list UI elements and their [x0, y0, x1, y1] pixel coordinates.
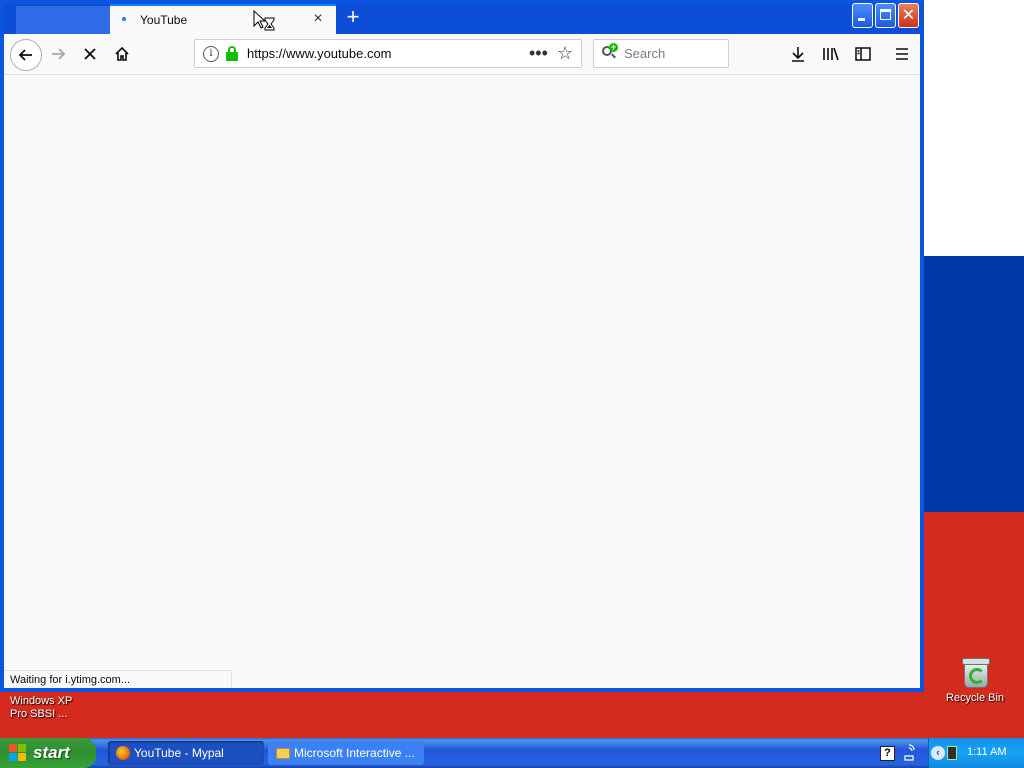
minimize-button[interactable]	[852, 3, 873, 28]
download-icon	[792, 47, 804, 62]
folder-icon	[276, 748, 290, 759]
url-text[interactable]: https://www.youtube.com	[247, 46, 392, 61]
address-bar[interactable]: i https://www.youtube.com ••• ☆	[194, 39, 582, 68]
taskbar-item-youtube[interactable]: YouTube - Mypal	[108, 741, 264, 765]
navigation-toolbar: i https://www.youtube.com ••• ☆ + Search	[4, 34, 920, 75]
back-button[interactable]	[10, 39, 42, 71]
os-version-line-2: Pro SBSI ...	[10, 708, 68, 720]
busy-cursor-icon	[253, 10, 275, 31]
new-tab-button[interactable]: +	[340, 5, 366, 31]
show-hidden-icons-button[interactable]: ‹	[931, 746, 945, 760]
library-button[interactable]	[817, 40, 845, 68]
search-icon: +	[602, 43, 618, 60]
search-box[interactable]: + Search	[593, 39, 729, 68]
info-icon[interactable]: i	[203, 46, 219, 62]
minimize-icon	[858, 18, 865, 21]
stop-button[interactable]	[76, 40, 104, 68]
os-version-line-1: Windows XP	[10, 695, 73, 707]
status-bar: Waiting for i.ytimg.com...	[4, 670, 232, 688]
recycle-bin-icon	[961, 656, 990, 688]
system-tray: ‹ 1:11 AM	[928, 738, 1024, 768]
library-icon	[823, 47, 839, 61]
recycle-bin[interactable]: Recycle Bin	[940, 656, 1010, 704]
loading-dot-icon	[122, 17, 126, 21]
back-arrow-icon	[18, 49, 32, 61]
network-icon[interactable]	[902, 744, 916, 762]
taskbar-item-label: Microsoft Interactive ...	[294, 746, 415, 760]
bookmark-star-icon[interactable]: ☆	[557, 43, 573, 63]
tab-title: YouTube	[140, 13, 188, 27]
taskbar-item-label: YouTube - Mypal	[134, 746, 224, 760]
tab-youtube[interactable]: YouTube ×	[110, 4, 336, 34]
windows-logo-icon	[9, 744, 27, 762]
close-icon: ✕	[901, 7, 916, 24]
page-actions-icon[interactable]: •••	[529, 43, 548, 63]
browser-window: YouTube × + ✕ i https://www.youtube.com …	[0, 0, 924, 692]
clock[interactable]: 1:11 AM	[967, 746, 1007, 758]
help-icon[interactable]: ?	[880, 746, 895, 761]
tab-bar: YouTube × +	[4, 4, 920, 34]
forward-button[interactable]	[44, 40, 72, 68]
firefox-icon	[116, 746, 130, 760]
home-icon	[115, 46, 129, 61]
taskbar-item-folder[interactable]: Microsoft Interactive ...	[268, 741, 424, 765]
close-window-button[interactable]: ✕	[898, 3, 919, 28]
tab-strip-spacer	[16, 6, 110, 34]
tray-app-icon[interactable]	[947, 746, 957, 760]
os-version-label: Windows XP Pro SBSI ...	[10, 695, 72, 721]
sidebar-icon	[855, 47, 871, 61]
forward-arrow-icon	[52, 48, 66, 60]
hamburger-menu-icon	[896, 48, 908, 60]
downloads-button[interactable]	[784, 40, 812, 68]
tab-close-icon[interactable]: ×	[308, 9, 328, 29]
stop-icon	[84, 48, 96, 60]
taskbar: start YouTube - Mypal Microsoft Interact…	[0, 738, 1024, 768]
start-button[interactable]: start	[0, 738, 96, 768]
maximize-icon	[880, 9, 891, 20]
recycle-bin-label: Recycle Bin	[945, 692, 1005, 704]
menu-button[interactable]	[888, 40, 916, 68]
start-label: start	[33, 743, 70, 762]
sidebar-button[interactable]	[849, 40, 877, 68]
lock-icon[interactable]	[225, 46, 239, 62]
page-content[interactable]	[4, 75, 920, 688]
home-button[interactable]	[108, 40, 136, 68]
maximize-button[interactable]	[875, 3, 896, 28]
search-input[interactable]: Search	[624, 46, 665, 61]
